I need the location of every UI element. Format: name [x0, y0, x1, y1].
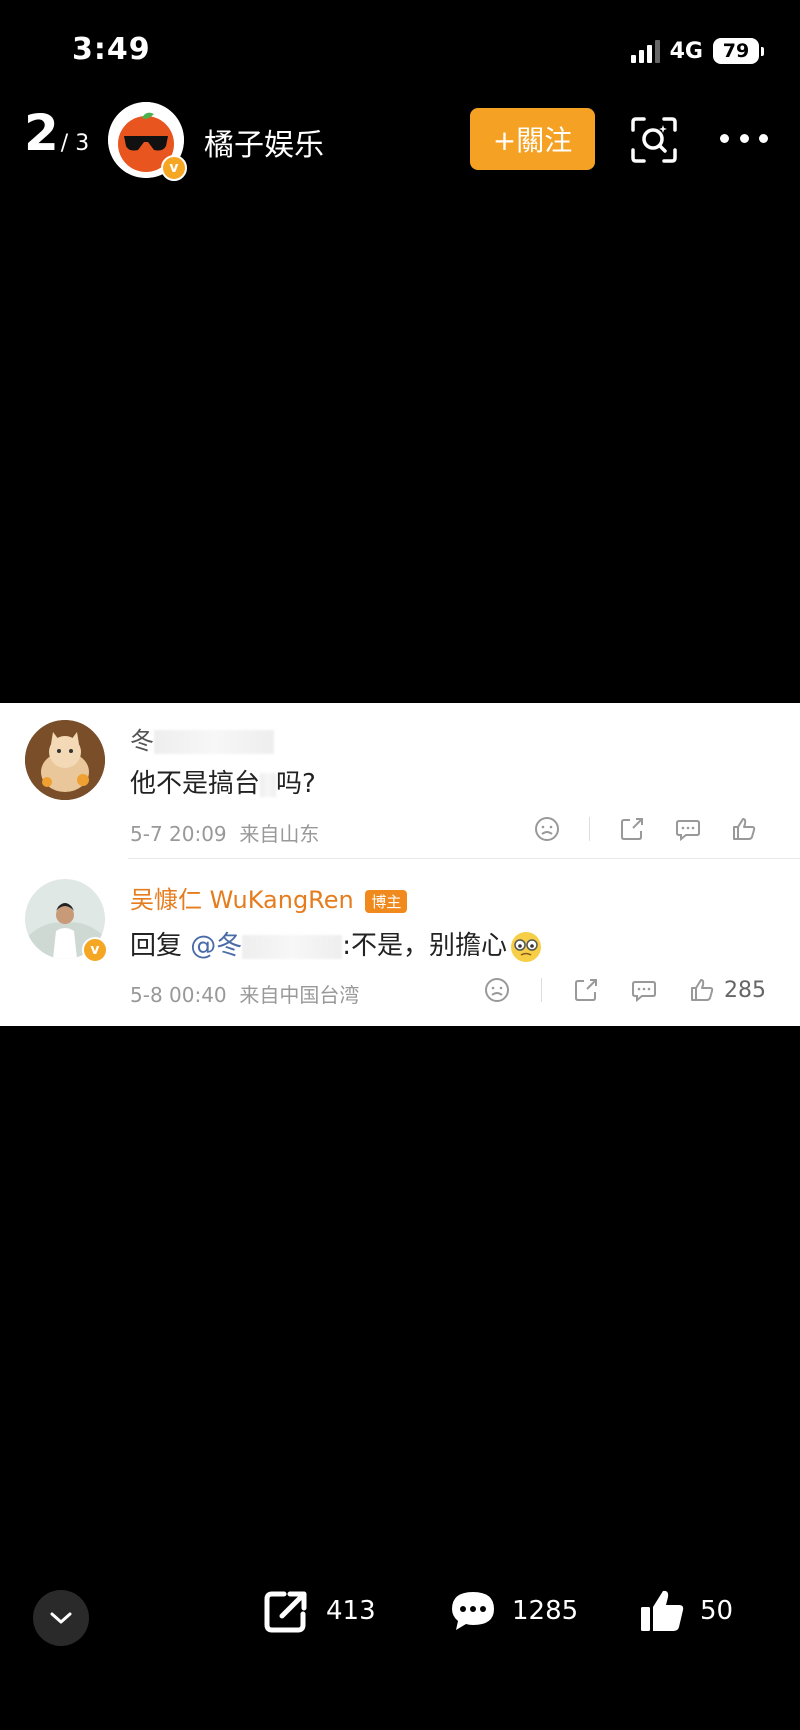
reply-location: 来自中国台湾	[239, 983, 360, 1007]
commenter-avatar	[25, 720, 105, 800]
reply-mention[interactable]: @冬	[190, 931, 343, 961]
reply-text: 回复 @冬:不是，别擔心	[130, 925, 543, 964]
page-current: 2	[24, 104, 59, 162]
author-name: 吴慷仁 WuKangRen	[130, 886, 354, 914]
battery-icon: 79	[713, 38, 764, 64]
author-verified-icon: v	[82, 937, 108, 963]
share-count: 413	[326, 1596, 376, 1626]
status-right: 4G 79	[630, 36, 764, 66]
status-time: 3:49	[72, 32, 151, 67]
verified-badge-icon: v	[161, 155, 187, 181]
comment-divider	[128, 858, 800, 859]
reply-time: 5-8 00:40	[130, 983, 227, 1007]
comment-bubble-icon	[632, 981, 656, 1003]
comment-bubble-icon	[452, 1592, 494, 1630]
network-type: 4G	[669, 38, 703, 64]
battery-level: 79	[713, 38, 759, 64]
reply-like-count: 285	[724, 977, 766, 1003]
follow-button[interactable]: +關注	[470, 108, 595, 170]
account-avatar[interactable]: v	[108, 102, 187, 181]
comment-actions	[533, 815, 758, 843]
page-indicator: 2 / 3	[24, 104, 89, 162]
reply-meta: 5-8 00:40 来自中国台湾	[130, 979, 359, 1008]
comment-location: 来自山东	[239, 822, 320, 846]
cat-avatar-icon	[25, 720, 105, 800]
reply-actions: 285	[483, 976, 766, 1004]
like-count: 50	[700, 1596, 734, 1626]
like-button[interactable]: 50	[638, 1586, 733, 1636]
worried-emoji-icon	[511, 931, 542, 962]
comment-meta: 5-7 20:09 来自山东	[130, 818, 319, 847]
page-total: / 3	[60, 131, 90, 156]
share-icon	[621, 818, 643, 840]
chevron-down-icon	[50, 1612, 72, 1624]
thumbs-up-icon	[641, 1590, 684, 1631]
collapse-button[interactable]	[33, 1590, 89, 1646]
comment-button[interactable]: 1285	[448, 1586, 578, 1636]
comment-screenshot: 冬 他不是搞台 吗? 5-7 20:09 来自山东 v 吴慷仁 WuKangRen…	[0, 703, 800, 1026]
account-name[interactable]: 橘子娱乐	[204, 120, 324, 164]
more-options-icon[interactable]	[720, 118, 768, 158]
share-button[interactable]: 413	[262, 1586, 376, 1636]
share-icon	[575, 979, 597, 1001]
dislike-face-icon	[535, 817, 559, 841]
dislike-face-icon	[485, 978, 509, 1002]
commenter-name[interactable]: 冬	[130, 721, 274, 756]
comment-count: 1285	[512, 1596, 579, 1626]
thumbs-up-icon	[691, 979, 714, 1001]
comment-bubble-icon	[676, 820, 700, 842]
comment-time: 5-7 20:09	[130, 822, 227, 846]
comment-text: 他不是搞台 吗?	[130, 769, 316, 799]
signal-icon	[630, 39, 660, 63]
author-name-row[interactable]: 吴慷仁 WuKangRen 博主	[130, 880, 408, 915]
author-tag: 博主	[365, 889, 408, 913]
image-search-icon[interactable]	[630, 116, 678, 164]
thumbs-up-icon	[733, 818, 756, 840]
share-icon	[264, 1591, 307, 1633]
